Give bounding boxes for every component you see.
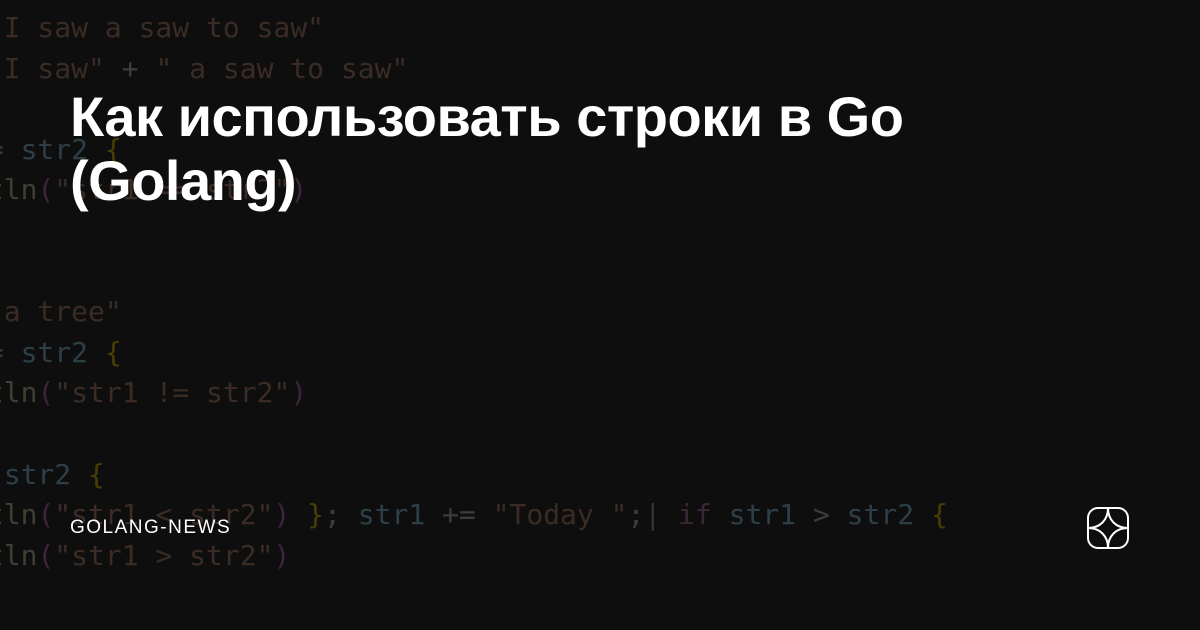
footer: GOLANG-NEWS [70,506,1130,560]
content-container: Как использовать строки в Go (Golang) GO… [0,0,1200,630]
zen-logo-icon [1086,506,1130,550]
source-label: GOLANG-NEWS [70,517,231,539]
article-title: Как использовать строки в Go (Golang) [70,85,1070,214]
